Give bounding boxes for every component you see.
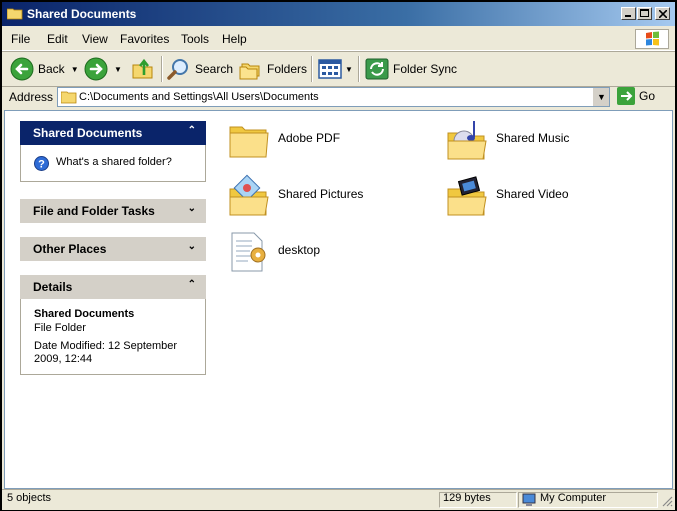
shared-documents-panel-header[interactable]: Shared Documents ⌃ [20,121,206,145]
status-bar: 5 objects 129 bytes My Computer [2,489,675,510]
folder-sync-label: Folder Sync [393,62,458,76]
video-folder-icon [447,176,487,216]
forward-arrow-icon [84,57,108,81]
status-object-count: 5 objects [7,492,52,504]
file-folder-tasks-panel: File and Folder Tasks ⌄ [20,199,206,223]
address-input[interactable]: C:\Documents and Settings\All Users\Docu… [57,87,610,107]
address-label: Address [9,90,54,104]
menu-bar: File Edit View Favorites Tools Help [2,28,675,51]
folder-icon [229,126,269,158]
views-dropdown-icon[interactable]: ▼ [345,65,353,74]
up-folder-button[interactable] [131,56,155,82]
resize-grip-icon[interactable] [661,495,673,507]
file-item-shared-video[interactable]: Shared Video [444,173,644,223]
details-body: Shared Documents File Folder Date Modifi… [20,299,206,375]
chevron-up-icon[interactable]: ⌃ [188,279,196,290]
go-button[interactable]: Go [617,87,655,105]
chevron-down-icon[interactable]: ⌄ [188,241,196,252]
maximize-button[interactable] [637,7,652,20]
menu-file[interactable]: File [11,32,30,46]
folders-button[interactable]: Folders [239,56,307,82]
address-path: C:\Documents and Settings\All Users\Docu… [79,91,319,103]
folder-icon [7,8,23,20]
file-label: Shared Music [496,131,570,145]
file-item-shared-music[interactable]: Shared Music [444,117,644,167]
chevron-down-icon: ▼ [597,92,606,102]
help-icon: ? [34,156,49,171]
search-label: Search [195,62,234,76]
chevron-up-icon[interactable]: ⌃ [188,125,196,136]
back-label: Back [38,62,65,76]
details-date-modified: Date Modified: 12 September 2009, 12:44 [34,340,178,365]
shared-documents-panel-body: ? What's a shared folder? [20,145,206,182]
folder-sync-button[interactable]: Folder Sync [365,56,457,82]
folder-sync-icon [365,58,389,80]
title-bar[interactable]: Shared Documents [2,2,675,26]
details-name: Shared Documents [34,308,135,320]
file-item-desktop[interactable]: desktop [226,229,426,279]
folder-icon [61,91,77,104]
config-file-icon [231,232,266,272]
address-bar: Address C:\Documents and Settings\All Us… [2,86,675,108]
back-dropdown-icon[interactable]: ▼ [71,65,79,74]
details-type: File Folder [34,322,86,334]
whats-shared-folder-link[interactable]: What's a shared folder? [56,156,172,168]
folders-label: Folders [267,62,308,76]
panel-title: Shared Documents [33,126,143,140]
file-item-shared-pictures[interactable]: Shared Pictures [226,173,426,223]
close-icon [659,10,667,18]
search-icon [167,59,188,80]
status-location: My Computer [540,492,607,504]
file-label: Adobe PDF [278,131,341,145]
up-folder-icon [132,58,153,79]
file-label: Shared Video [496,187,569,201]
standard-toolbar: Back ▼ ▼ Search Folders ▼ Folder Sync [2,51,675,87]
file-folder-tasks-header[interactable]: File and Folder Tasks ⌄ [20,199,206,223]
details-header[interactable]: Details ⌃ [20,275,206,299]
status-size: 129 bytes [443,492,491,504]
menu-tools[interactable]: Tools [181,32,209,46]
close-button[interactable] [655,7,670,20]
search-button[interactable]: Search [167,56,233,82]
panel-title: Details [33,280,73,294]
views-button[interactable]: ▼ [318,56,353,82]
go-arrow-icon [617,87,635,105]
my-computer-icon [522,493,536,506]
file-label: Shared Pictures [278,187,364,201]
menu-help[interactable]: Help [222,32,247,46]
shared-documents-panel: Shared Documents ⌃ ? What's a shared fol… [20,121,206,182]
back-button[interactable]: Back ▼ [10,56,79,82]
folders-icon [239,63,260,80]
forward-dropdown-icon[interactable]: ▼ [114,65,122,74]
svg-text:?: ? [38,159,45,171]
file-item-adobe-pdf[interactable]: Adobe PDF [226,117,426,167]
window-title: Shared Documents [27,7,137,21]
details-panel: Details ⌃ Shared Documents File Folder D… [20,275,206,375]
explorer-window: Shared Documents File Edit View Favorite… [2,2,675,510]
windows-logo-icon [635,29,669,49]
menu-favorites[interactable]: Favorites [120,32,169,46]
folder-view: Shared Documents ⌃ ? What's a shared fol… [4,110,673,489]
back-arrow-icon [10,57,34,81]
other-places-header[interactable]: Other Places ⌄ [20,237,206,261]
forward-button[interactable]: ▼ [84,56,122,82]
music-folder-icon [447,121,487,160]
address-dropdown-button[interactable]: ▼ [592,88,609,106]
pictures-folder-icon [229,174,269,216]
file-label: desktop [278,243,321,257]
views-icon [318,59,342,79]
panel-title: Other Places [33,242,107,256]
minimize-button[interactable] [621,7,636,20]
other-places-panel: Other Places ⌄ [20,237,206,261]
go-label: Go [639,89,656,103]
chevron-down-icon[interactable]: ⌄ [188,203,196,214]
panel-title: File and Folder Tasks [33,204,155,218]
menu-edit[interactable]: Edit [47,32,68,46]
menu-view[interactable]: View [82,32,108,46]
